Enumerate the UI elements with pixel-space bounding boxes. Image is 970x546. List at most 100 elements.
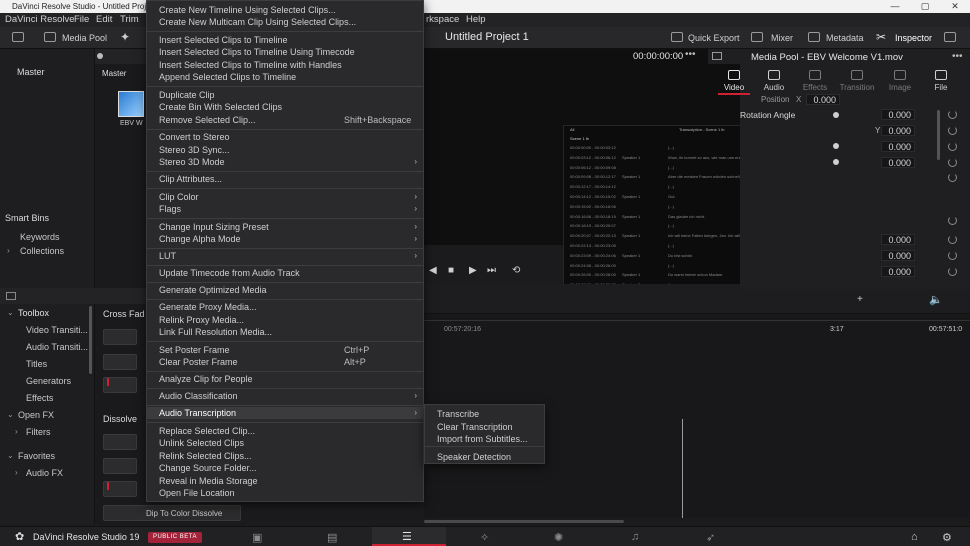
viewer-timecode[interactable]: 00:00:00:00 (633, 51, 683, 62)
menu-item-open-file-location[interactable]: Open File Location (147, 487, 423, 499)
menu-item-generate-optimized-media[interactable]: Generate Optimized Media (147, 284, 423, 296)
value-field-3[interactable]: 0.000 (881, 141, 915, 152)
rotation-field[interactable]: 0.000 (881, 109, 915, 120)
tree-favorites[interactable]: Favorites (18, 451, 55, 461)
transcript-row-time[interactable]: 00:00:15:02 - 00:00:16:06 (570, 204, 618, 211)
y-field[interactable]: 0.000 (881, 125, 915, 136)
menu-item-convert-to-stereo[interactable]: Convert to Stereo (147, 131, 423, 143)
transcript-row-time[interactable]: 00:00:18:19 - 00:00:20:07 (570, 223, 618, 230)
submenu-item-speaker-detection[interactable]: Speaker Detection (425, 451, 544, 463)
menu-item-update-timecode-from-audio-track[interactable]: Update Timecode from Audio Track (147, 267, 423, 279)
transcript-row-time[interactable]: 00:00:03:12 - 00:00:06:12 (570, 155, 618, 162)
menu-item-remove-selected-clip[interactable]: Remove Selected Clip... Shift+Backspace (147, 114, 423, 126)
clip-name[interactable]: EBV W (120, 120, 143, 127)
tree-video-transitions[interactable]: Video Transiti... (26, 325, 88, 335)
thumbnail-size-slider[interactable] (97, 53, 103, 59)
transcript-row-time[interactable]: 00:00:14:12 - 00:00:15:02 (570, 194, 618, 201)
menu-item-relink-proxy-media[interactable]: Relink Proxy Media... (147, 314, 423, 326)
transition-cross-fade-3[interactable] (103, 354, 137, 370)
menu-item-relink-selected-clips[interactable]: Relink Selected Clips... (147, 450, 423, 462)
value-field-4[interactable]: 0.000 (881, 157, 915, 168)
mixer-button[interactable]: Mixer (771, 33, 793, 43)
maximize-button[interactable]: ▢ (910, 0, 940, 13)
quick-export-icon[interactable] (671, 32, 683, 42)
menu-item-clip-attributes[interactable]: Clip Attributes... (147, 173, 423, 185)
submenu-item-clear-transcription[interactable]: Clear Transcription (425, 421, 544, 433)
skip-end-icon[interactable]: ⏭ (487, 265, 496, 276)
menu-item-flags[interactable]: Flags › (147, 203, 423, 215)
menu-davinci[interactable]: DaVinci Resolve (5, 13, 75, 27)
inspector-scrollbar[interactable] (937, 110, 940, 160)
tab-image[interactable]: Image (881, 70, 919, 92)
menu-item-insert-selected-clips-to-timeline-using-timecode[interactable]: Insert Selected Clips to Timeline Using … (147, 46, 423, 58)
menu-file[interactable]: File (74, 13, 89, 27)
menu-item-change-source-folder[interactable]: Change Source Folder... (147, 462, 423, 474)
more-options-icon[interactable]: ••• (952, 51, 963, 62)
transition-blur-dissolve[interactable] (103, 458, 137, 474)
transcript-row-time[interactable]: 00:00:22:13 - 00:00:23:09 (570, 243, 618, 250)
reset-icon[interactable] (948, 126, 957, 135)
menu-item-reveal-in-media-storage[interactable]: Reveal in Media Storage (147, 475, 423, 487)
panel-toggle-icon[interactable] (12, 32, 24, 42)
transition-additive-dissolve[interactable] (103, 434, 137, 450)
smart-bin-collections[interactable]: Collections (20, 246, 64, 256)
clip-thumbnail[interactable] (118, 91, 144, 117)
tab-video[interactable]: Video (715, 70, 753, 92)
menu-item-change-input-sizing-preset[interactable]: Change Input Sizing Preset › (147, 221, 423, 233)
transition-cross-fade-0[interactable] (103, 329, 137, 345)
slider-3[interactable] (833, 143, 839, 149)
menu-item-audio-transcription[interactable]: Audio Transcription › (147, 407, 423, 419)
menu-item-unlink-selected-clips[interactable]: Unlink Selected Clips (147, 437, 423, 449)
effects-wand-icon[interactable]: ✦ (120, 30, 130, 44)
chevron-right-icon[interactable]: › (15, 468, 18, 477)
tab-file[interactable]: File (922, 70, 960, 92)
slider-4[interactable] (833, 159, 839, 165)
speaker-icon[interactable]: 🔈 (929, 293, 943, 306)
chevron-down-icon[interactable]: ⌄ (7, 308, 14, 317)
tree-generators[interactable]: Generators (26, 376, 71, 386)
menu-trim[interactable]: Trim (120, 13, 139, 27)
menu-item-create-new-multicam-clip-using-selected-clips[interactable]: Create New Multicam Clip Using Selected … (147, 16, 423, 28)
transcript-row-time[interactable]: 00:00:16:06 - 00:00:18:19 (570, 214, 618, 221)
tab-transition[interactable]: Transition (838, 70, 876, 92)
page-deliver-icon[interactable]: ➶ (706, 531, 718, 544)
metadata-icon[interactable] (808, 32, 820, 42)
transcript-row-time[interactable]: 00:00:20:07 - 00:00:22:13 (570, 233, 618, 240)
tree-open-fx[interactable]: Open FX (18, 410, 54, 420)
play-reverse-icon[interactable]: ◀ (429, 265, 437, 276)
metadata-button[interactable]: Metadata (826, 33, 864, 43)
media-pool-button[interactable]: Media Pool (62, 33, 107, 43)
menu-item-stereo-3d-sync[interactable]: Stereo 3D Sync... (147, 144, 423, 156)
page-color-icon[interactable]: ✺ (554, 531, 566, 544)
reset-icon[interactable] (948, 110, 957, 119)
expand-icon[interactable] (944, 32, 956, 42)
playhead[interactable] (682, 419, 683, 518)
effects-panel-icon[interactable] (6, 292, 16, 300)
value-field-6[interactable]: 0.000 (881, 250, 915, 261)
inspector-button[interactable]: Inspector (895, 33, 932, 43)
tree-scrollbar[interactable] (89, 306, 92, 374)
menu-item-change-alpha-mode[interactable]: Change Alpha Mode › (147, 233, 423, 245)
reset-icon[interactable] (948, 173, 957, 182)
tree-audio-fx[interactable]: Audio FX (26, 468, 63, 478)
timeline-scrollbar[interactable] (424, 520, 624, 523)
tree-filters[interactable]: Filters (26, 427, 51, 437)
transcript-row-time[interactable]: 00:00:24:06 - 00:00:26:00 (570, 263, 618, 270)
viewer-mode-icon[interactable] (712, 52, 722, 60)
menu-item-set-poster-frame[interactable]: Set Poster Frame Ctrl+P (147, 344, 423, 356)
menu-help[interactable]: Help (466, 13, 486, 27)
page-fusion-icon[interactable]: ✧ (480, 531, 492, 544)
home-icon[interactable]: ⌂ (911, 531, 923, 543)
menu-item-clear-poster-frame[interactable]: Clear Poster Frame Alt+P (147, 356, 423, 368)
reset-icon[interactable] (948, 267, 957, 276)
tab-effects[interactable]: Effects (796, 70, 834, 92)
smart-bin-keywords[interactable]: Keywords (20, 232, 60, 242)
more-options-icon[interactable]: ••• (685, 49, 696, 60)
transcript-row-time[interactable]: 00:00:26:00 - 00:00:28:00 (570, 272, 618, 279)
inspector-icon[interactable]: ✂ (876, 30, 886, 44)
bin-master[interactable]: Master (17, 67, 45, 77)
menu-workspace[interactable]: rkspace (426, 13, 459, 27)
chevron-down-icon[interactable]: ⌄ (7, 410, 14, 419)
rotation-slider[interactable] (833, 112, 839, 118)
value-field-7[interactable]: 0.000 (881, 266, 915, 277)
